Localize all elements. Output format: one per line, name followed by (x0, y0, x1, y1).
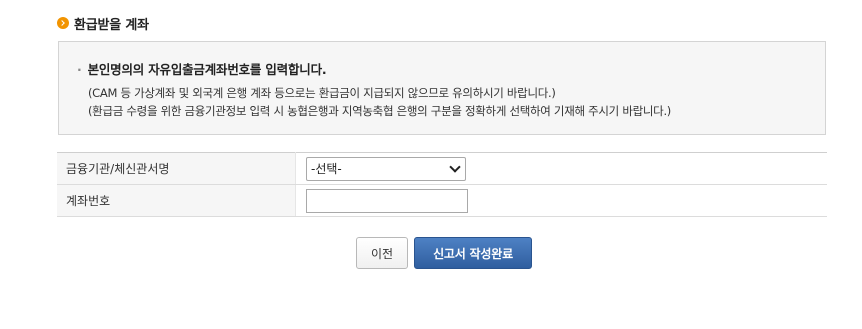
notice-heading: · 본인명의의 자유입출금계좌번호를 입력합니다. (77, 59, 327, 78)
chevron-circle-icon (57, 17, 69, 29)
bank-label: 금융기관/체신관서명 (57, 152, 296, 185)
account-form-table: 금융기관/체신관서명 -선택- 계좌번호 (57, 152, 827, 217)
section-title: 환급받을 계좌 (74, 17, 149, 33)
notice-line: (환급금 수령을 위한 금융기관정보 입력 시 농협은행과 지역농축협 은행의 … (88, 104, 671, 118)
bank-cell: -선택- (295, 152, 827, 185)
bullet-icon: · (77, 62, 82, 77)
account-cell (295, 184, 827, 217)
bank-select-value: -선택- (311, 162, 342, 176)
submit-button[interactable]: 신고서 작성완료 (414, 237, 532, 269)
chevron-down-icon (449, 160, 461, 173)
notice-line: (CAM 등 가상계좌 및 외국계 은행 계좌 등으로는 환급금이 지급되지 않… (88, 86, 556, 100)
bank-row: 금융기관/체신관서명 -선택- (57, 152, 827, 185)
bank-select[interactable]: -선택- (306, 156, 466, 181)
notice-heading-text: 본인명의의 자유입출금계좌번호를 입력합니다. (87, 62, 327, 77)
account-label: 계좌번호 (57, 184, 296, 217)
section-header: 환급받을 계좌 (57, 14, 149, 33)
account-row: 계좌번호 (57, 184, 827, 217)
prev-button[interactable]: 이전 (356, 237, 408, 269)
account-number-input[interactable] (306, 188, 468, 213)
notice-box: · 본인명의의 자유입출금계좌번호를 입력합니다. (CAM 등 가상계좌 및 외… (58, 41, 826, 135)
